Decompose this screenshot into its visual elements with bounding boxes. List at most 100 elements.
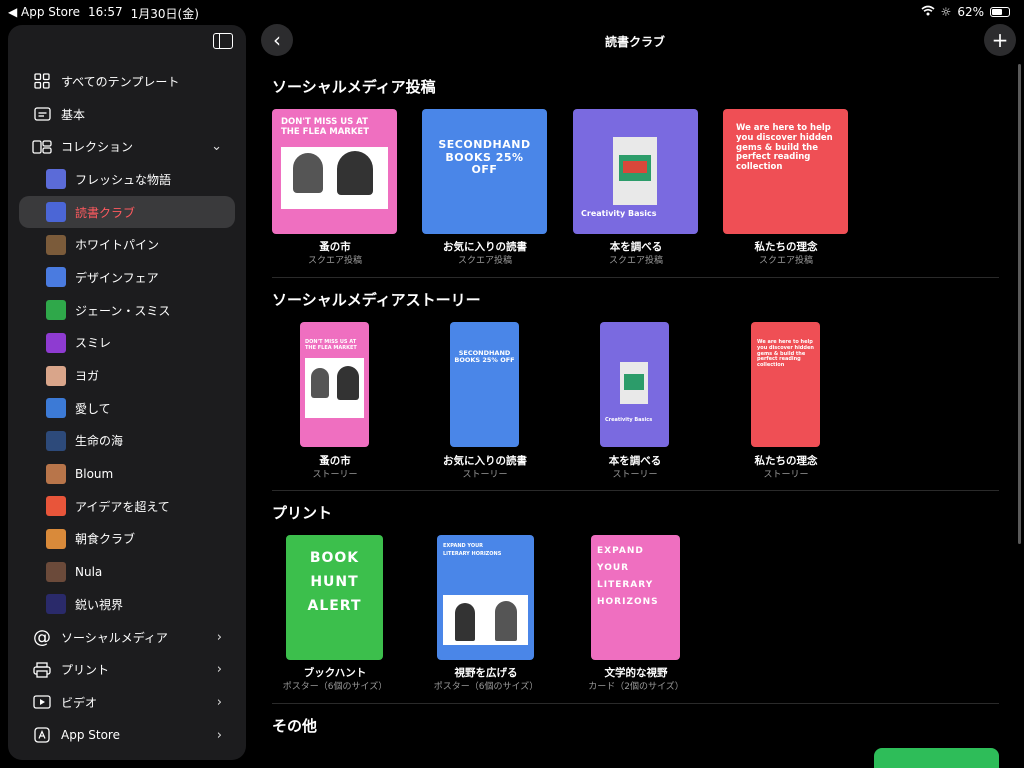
printer-icon <box>32 660 52 680</box>
sidebar-toggle-icon[interactable] <box>213 33 233 49</box>
collection-icon <box>32 137 52 157</box>
sidebar: すべてのテンプレート 基本 コレクション ⌄ フレッシュな物語 読書クラブ ホワ… <box>8 25 246 760</box>
collection-thumbnail <box>46 267 66 288</box>
battery-level-fill <box>992 9 1002 15</box>
card-subtitle: スクエア投稿 <box>608 256 663 266</box>
sidebar-item-label: デザインフェア <box>75 270 159 285</box>
sidebar-item-sea-of-life[interactable]: 生命の海 <box>8 425 246 458</box>
back-to-app-link[interactable]: ◀ App Store <box>8 5 80 22</box>
sidebar-item-label: 鋭い視界 <box>75 597 124 612</box>
sidebar-item-collection[interactable]: コレクション ⌄ <box>8 130 246 163</box>
thumbnail-text: SECONDHAND BOOKS 25% OFF <box>454 349 515 365</box>
scrollbar[interactable] <box>1018 64 1021 544</box>
sidebar-item-sumire[interactable]: スミレ <box>8 327 246 360</box>
page-title: 読書クラブ <box>604 35 665 49</box>
thumbnail-text: We are here to help you discover hidden … <box>757 339 814 368</box>
thumbnail-text: DON'T MISS US AT THE FLEA MARKET <box>281 117 370 137</box>
chevron-right-icon: › <box>216 694 222 710</box>
sidebar-item-white-pine[interactable]: ホワイトパイン <box>8 228 246 261</box>
section-divider <box>272 490 999 491</box>
card-title: お気に入りの読書 <box>443 241 527 253</box>
sidebar-item-label: ジェーン・スミス <box>75 303 171 318</box>
book-cover-image <box>613 137 657 205</box>
sidebar-item-label: ヨガ <box>75 369 100 384</box>
chevron-down-icon[interactable]: ⌄ <box>211 139 222 154</box>
collection-thumbnail <box>46 496 66 517</box>
sidebar-nav: すべてのテンプレート 基本 コレクション ⌄ フレッシュな物語 読書クラブ ホワ… <box>8 65 246 751</box>
card-subtitle: ストーリー <box>763 470 809 480</box>
sidebar-item-beyond-ideas[interactable]: アイデアを超えて <box>8 490 246 523</box>
section-divider <box>272 703 999 704</box>
section-title-stories: ソーシャルメディアストーリー <box>272 291 481 309</box>
card-title: 文学的な視野 <box>604 667 668 679</box>
sidebar-item-label: コレクション <box>61 140 134 155</box>
card-subtitle: ストーリー <box>312 470 358 480</box>
card-title: 私たちの理念 <box>754 241 818 253</box>
at-icon: @ <box>33 626 51 648</box>
template-thumbnail: EXPAND YOUR LITERARY HORIZONS <box>591 535 680 660</box>
collection-thumbnail <box>46 561 66 582</box>
appstore-icon <box>32 725 52 745</box>
sidebar-item-fresh-story[interactable]: フレッシュな物語 <box>8 163 246 196</box>
card-title: 本を調べる <box>609 241 663 253</box>
chevron-right-icon: › <box>216 629 222 645</box>
card-title: ブックハント <box>303 667 367 679</box>
thumbnail-text: DON'T MISS US AT THE FLEA MARKET <box>305 339 357 351</box>
sidebar-item-aishite[interactable]: 愛して <box>8 392 246 425</box>
sidebar-item-basic[interactable]: 基本 <box>8 98 246 131</box>
sidebar-item-app-store[interactable]: App Store › <box>8 719 246 752</box>
thumbnail-text: Creativity Basics <box>605 417 653 423</box>
sidebar-item-label: すべてのテンプレート <box>61 74 180 89</box>
add-button[interactable]: + <box>984 24 1016 56</box>
sidebar-item-sharp-vision[interactable]: 鋭い視界 <box>8 588 246 621</box>
card-subtitle: ポスター（6個のサイズ） <box>282 682 388 692</box>
collection-thumbnail <box>46 234 66 255</box>
text-box-icon <box>32 104 52 124</box>
thumbnail-text: EXPAND YOUR LITERARY HORIZONS <box>597 546 659 608</box>
card-title: お気に入りの読書 <box>443 455 527 467</box>
sidebar-item-book-club[interactable]: 読書クラブ <box>19 195 235 229</box>
card-title: 蚤の市 <box>319 241 351 253</box>
sidebar-item-bloum[interactable]: Bloum <box>8 457 246 490</box>
card-subtitle: スクエア投稿 <box>457 256 512 266</box>
collection-thumbnail <box>46 528 66 549</box>
photo-image <box>305 358 364 418</box>
sidebar-item-label: 生命の海 <box>75 434 124 449</box>
sidebar-item-label: アイデアを超えて <box>75 499 170 514</box>
chevron-right-icon: › <box>216 662 222 678</box>
collection-thumbnail <box>46 365 66 386</box>
sidebar-item-video[interactable]: ビデオ › <box>8 686 246 719</box>
sidebar-item-label: 基本 <box>61 107 86 122</box>
sidebar-item-design-fair[interactable]: デザインフェア <box>8 261 246 294</box>
sidebar-item-yoga[interactable]: ヨガ <box>8 359 246 392</box>
sidebar-item-breakfast-club[interactable]: 朝食クラブ <box>8 523 246 556</box>
action-button[interactable] <box>874 748 999 768</box>
photo-image <box>443 595 528 645</box>
grid-icon <box>32 71 52 91</box>
thumbnail-text: SECONDHAND BOOKS 25% OFF <box>438 138 531 177</box>
section-divider <box>272 277 999 278</box>
sidebar-item-jane-smith[interactable]: ジェーン・スミス <box>8 294 246 327</box>
chevron-right-icon: › <box>216 727 222 743</box>
sidebar-item-label: フレッシュな物語 <box>75 172 172 187</box>
template-thumbnail: DON'T MISS US AT THE FLEA MARKET <box>300 322 369 447</box>
collection-thumbnail <box>46 398 66 419</box>
thumbnail-text: We are here to help you discover hidden … <box>736 123 833 173</box>
sidebar-item-label: スミレ <box>75 336 112 351</box>
card-subtitle: カード（2個のサイズ） <box>588 682 684 692</box>
sidebar-item-social-media[interactable]: @ ソーシャルメディア › <box>8 621 246 654</box>
sidebar-item-label: Bloum <box>75 466 114 481</box>
sidebar-item-print[interactable]: プリント › <box>8 653 246 686</box>
plus-icon: + <box>991 28 1009 52</box>
battery-icon <box>990 7 1010 17</box>
sidebar-item-nula[interactable]: Nula <box>8 555 246 588</box>
template-thumbnail: SECONDHAND BOOKS 25% OFF <box>450 322 519 447</box>
sidebar-item-all-templates[interactable]: すべてのテンプレート <box>8 65 246 98</box>
thumbnail-text: BOOK HUNT ALERT <box>307 550 362 614</box>
card-subtitle: ポスター（6個のサイズ） <box>433 682 539 692</box>
collection-thumbnail <box>46 332 66 353</box>
sidebar-item-label: ソーシャルメディア <box>61 630 168 645</box>
photo-image <box>281 147 388 209</box>
card-title: 本を調べる <box>608 455 662 467</box>
sidebar-item-label: 読書クラブ <box>75 205 136 220</box>
